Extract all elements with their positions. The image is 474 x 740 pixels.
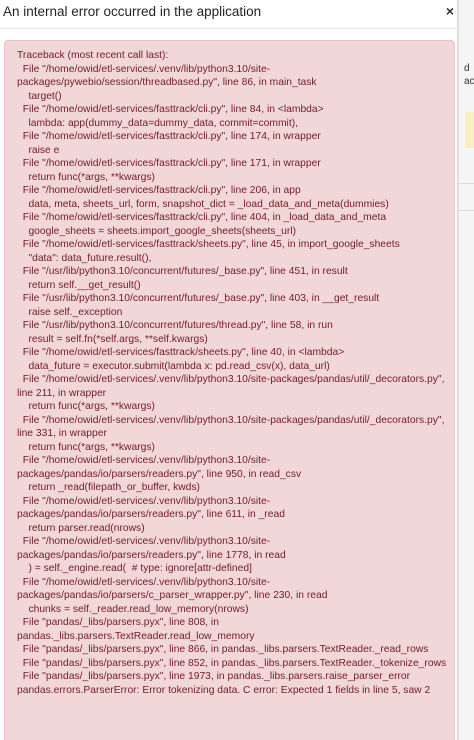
traceback-line: File "pandas/_libs/parsers.pyx", line 86… (17, 644, 429, 655)
traceback-line: File "/home/owid/etl-services/fasttrack/… (17, 104, 324, 115)
traceback-line: ) = self._engine.read( # type: ignore[at… (17, 563, 252, 574)
traceback-line: File "/home/owid/etl-services/fasttrack/… (17, 185, 301, 196)
traceback-line: File "pandas/_libs/parsers.pyx", line 19… (17, 671, 411, 682)
traceback-line: pandas.errors.ParserError: Error tokeniz… (17, 684, 431, 696)
error-alert: Traceback (most recent call last): File … (4, 40, 455, 740)
traceback-line: return parser.read(nrows) (17, 522, 145, 534)
traceback-line: return _read(filepath_or_buffer, kwds) (17, 482, 200, 493)
traceback-line: File "/home/owid/etl-services/.venv/lib/… (17, 536, 286, 561)
traceback-line: File "/home/owid/etl-services/.venv/lib/… (17, 374, 448, 399)
traceback-line: File "/home/owid/etl-services/.venv/lib/… (17, 495, 285, 521)
traceback-line: return self.__get_result() (17, 279, 141, 291)
background-highlight-bar (465, 112, 474, 148)
traceback-line: File "/home/owid/etl-services/fasttrack/… (17, 239, 400, 250)
background-page (458, 0, 474, 740)
traceback-line: return func(*args, **kwargs) (17, 171, 155, 183)
traceback-line: chunks = self._reader.read_low_memory(nr… (17, 603, 249, 615)
traceback-line: google_sheets = sheets.import_google_she… (17, 225, 297, 237)
traceback-line: return func(*args, **kwargs) (17, 401, 155, 412)
traceback-line: File "pandas/_libs/parsers.pyx", line 80… (17, 617, 255, 642)
traceback-line: File "/home/owid/etl-services/.venv/lib/… (17, 414, 448, 440)
traceback-text: Traceback (most recent call last): File … (17, 49, 447, 697)
traceback-line: raise e (17, 144, 60, 156)
background-text-fragment: d (464, 63, 470, 74)
traceback-line: File "/usr/lib/python3.10/concurrent/fut… (17, 293, 380, 304)
error-modal: An internal error occurred in the applic… (0, 0, 458, 740)
traceback-line: data, meta, sheets_url, form, snapshot_d… (17, 198, 389, 210)
traceback-line: File "/home/owid/etl-services/fasttrack/… (17, 347, 345, 358)
modal-header: An internal error occurred in the applic… (0, 0, 458, 29)
traceback-line: File "/home/owid/etl-services/.venv/lib/… (17, 455, 302, 480)
traceback-line: File "/home/owid/etl-services/fasttrack/… (17, 131, 321, 142)
traceback-line: File "pandas/_libs/parsers.pyx", line 85… (17, 657, 447, 669)
background-text-fragment: ac (464, 76, 474, 87)
traceback-line: File "/home/owid/etl-services/fasttrack/… (17, 212, 387, 223)
traceback-line: result = self.fn(*self.args, **self.kwar… (17, 333, 208, 345)
traceback-line: File "/home/owid/etl-services/fasttrack/… (17, 158, 321, 169)
traceback-line: File "/usr/lib/python3.10/concurrent/fut… (17, 320, 333, 331)
traceback-line: File "/home/owid/etl-services/.venv/lib/… (17, 576, 328, 602)
traceback-line: "data": data_future.result(), (17, 252, 152, 264)
traceback-line: lambda: app(dummy_data=dummy_data, commi… (17, 117, 298, 129)
background-divider (459, 210, 474, 211)
traceback-line: Traceback (most recent call last): (17, 50, 169, 61)
modal-title: An internal error occurred in the applic… (3, 4, 262, 19)
traceback-line: data_future = executor.submit(lambda x: … (17, 360, 330, 372)
traceback-line: target() (17, 90, 62, 102)
traceback-line: return func(*args, **kwargs) (17, 441, 155, 453)
traceback-line: raise self._exception (17, 306, 123, 318)
close-button[interactable]: × (443, 2, 457, 20)
background-divider (459, 183, 474, 184)
traceback-line: File "/usr/lib/python3.10/concurrent/fut… (17, 266, 348, 277)
traceback-line: File "/home/owid/etl-services/.venv/lib/… (17, 63, 317, 89)
